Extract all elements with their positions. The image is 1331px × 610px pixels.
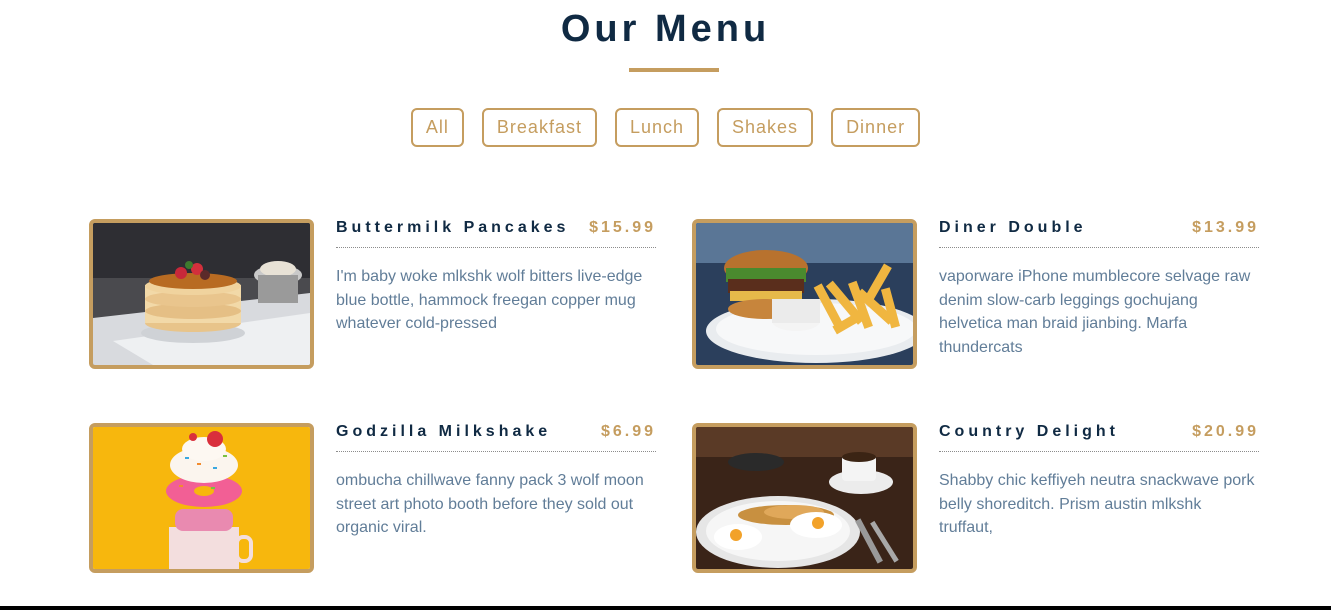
menu-item: Buttermilk Pancakes $15.99 I'm baby woke…	[89, 219, 659, 369]
eggs-breakfast-photo	[692, 423, 917, 573]
menu-item: Godzilla Milkshake $6.99 ombucha chillwa…	[89, 423, 659, 573]
item-price: $13.99	[1192, 219, 1259, 236]
menu-item: Country Delight $20.99 Shabby chic keffi…	[692, 423, 1262, 573]
page-title: Our Menu	[560, 8, 771, 50]
menu-item: Diner Double $13.99 vaporware iPhone mum…	[692, 219, 1262, 369]
item-description: vaporware iPhone mumblecore selvage raw …	[939, 268, 1251, 356]
item-header: Country Delight $20.99	[939, 423, 1259, 452]
milkshake-photo	[89, 423, 314, 573]
filter-lunch-button[interactable]: Lunch	[614, 108, 700, 147]
bottom-border	[0, 606, 1331, 610]
filter-bar: All Breakfast Lunch Shakes Dinner	[0, 108, 1331, 147]
item-name: Diner Double	[939, 219, 1087, 236]
pancakes-photo	[89, 219, 314, 369]
item-price: $15.99	[589, 219, 656, 236]
item-name: Buttermilk Pancakes	[336, 219, 570, 236]
item-description: I'm baby woke mlkshk wolf bitters live-e…	[336, 268, 643, 332]
filter-all-button[interactable]: All	[410, 108, 464, 147]
item-description: Shabby chic keffiyeh neutra snackwave po…	[939, 472, 1255, 536]
item-price: $20.99	[1192, 423, 1259, 440]
item-header: Godzilla Milkshake $6.99	[336, 423, 656, 452]
burger-fries-photo	[692, 219, 917, 369]
filter-dinner-button[interactable]: Dinner	[831, 108, 921, 147]
item-header: Diner Double $13.99	[939, 219, 1259, 248]
title-underline	[629, 68, 719, 72]
item-price: $6.99	[600, 423, 656, 440]
item-name: Country Delight	[939, 423, 1119, 440]
item-description: ombucha chillwave fanny pack 3 wolf moon…	[336, 472, 644, 536]
item-header: Buttermilk Pancakes $15.99	[336, 219, 656, 248]
filter-shakes-button[interactable]: Shakes	[717, 108, 814, 147]
filter-breakfast-button[interactable]: Breakfast	[481, 108, 597, 147]
item-name: Godzilla Milkshake	[336, 423, 552, 440]
